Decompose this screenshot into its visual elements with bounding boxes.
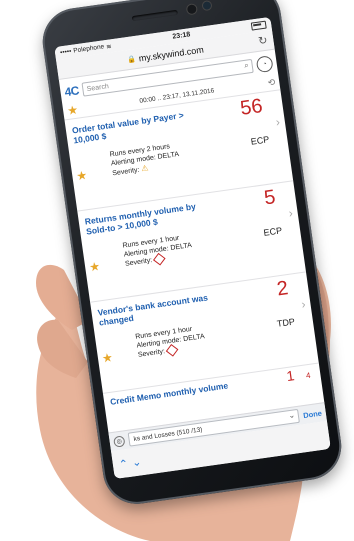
alert-count: 2	[275, 277, 290, 301]
lock-icon: 🔒	[126, 55, 137, 64]
clock: 23:18	[172, 31, 191, 41]
front-camera	[186, 4, 197, 15]
chevron-right-icon[interactable]: ›	[300, 297, 306, 311]
dashboard-gauge-icon[interactable]: ◔	[255, 55, 274, 74]
clear-icon[interactable]: ◎	[113, 434, 126, 448]
chevron-up-icon[interactable]: ⌃	[118, 457, 129, 471]
star-icon[interactable]: ★	[66, 103, 79, 118]
star-icon[interactable]: ★	[88, 259, 101, 274]
system-code: TDP	[276, 316, 296, 329]
alert-count: 56	[238, 94, 264, 120]
battery-icon	[250, 20, 267, 31]
phone-screen: ••••• Polephone ≋ 23:18 🔒 my.skywind.com…	[54, 16, 331, 480]
system-code: ECP	[250, 134, 270, 147]
reload-icon[interactable]: ↻	[257, 34, 268, 48]
alert-details: Runs every 1 hour Alerting mode: DELTA S…	[122, 234, 193, 268]
url-text: my.skywind.com	[138, 44, 205, 64]
chevron-right-icon[interactable]: ›	[275, 115, 281, 129]
signal-icon: •••••	[59, 47, 72, 57]
system-code: ECP	[262, 225, 283, 238]
alert-details: Runs every 1 hour Alerting mode: DELTA S…	[134, 325, 206, 359]
wifi-icon: ≋	[105, 42, 113, 51]
search-icon[interactable]: ⌕	[244, 60, 250, 71]
star-icon[interactable]: ★	[101, 350, 114, 365]
app-logo: 4C	[63, 83, 80, 100]
star-icon[interactable]: ★	[75, 168, 88, 183]
done-button[interactable]: Done	[303, 408, 323, 420]
high-severity-icon	[153, 252, 166, 266]
alert-count: 5	[262, 186, 277, 210]
high-severity-icon	[166, 343, 179, 357]
chevron-down-icon: ⌄	[287, 410, 296, 421]
earpiece-speaker	[131, 9, 178, 22]
alert-count: 1	[285, 367, 296, 385]
history-icon[interactable]: ⟲	[267, 76, 276, 88]
chevron-down-icon[interactable]: ⌄	[131, 455, 142, 469]
alert-details: Runs every 2 hours Alerting mode: DELTA …	[109, 143, 180, 178]
chevron-right-icon[interactable]: ›	[288, 206, 294, 220]
warning-icon: ⚠	[140, 163, 149, 174]
sensor	[202, 1, 212, 11]
